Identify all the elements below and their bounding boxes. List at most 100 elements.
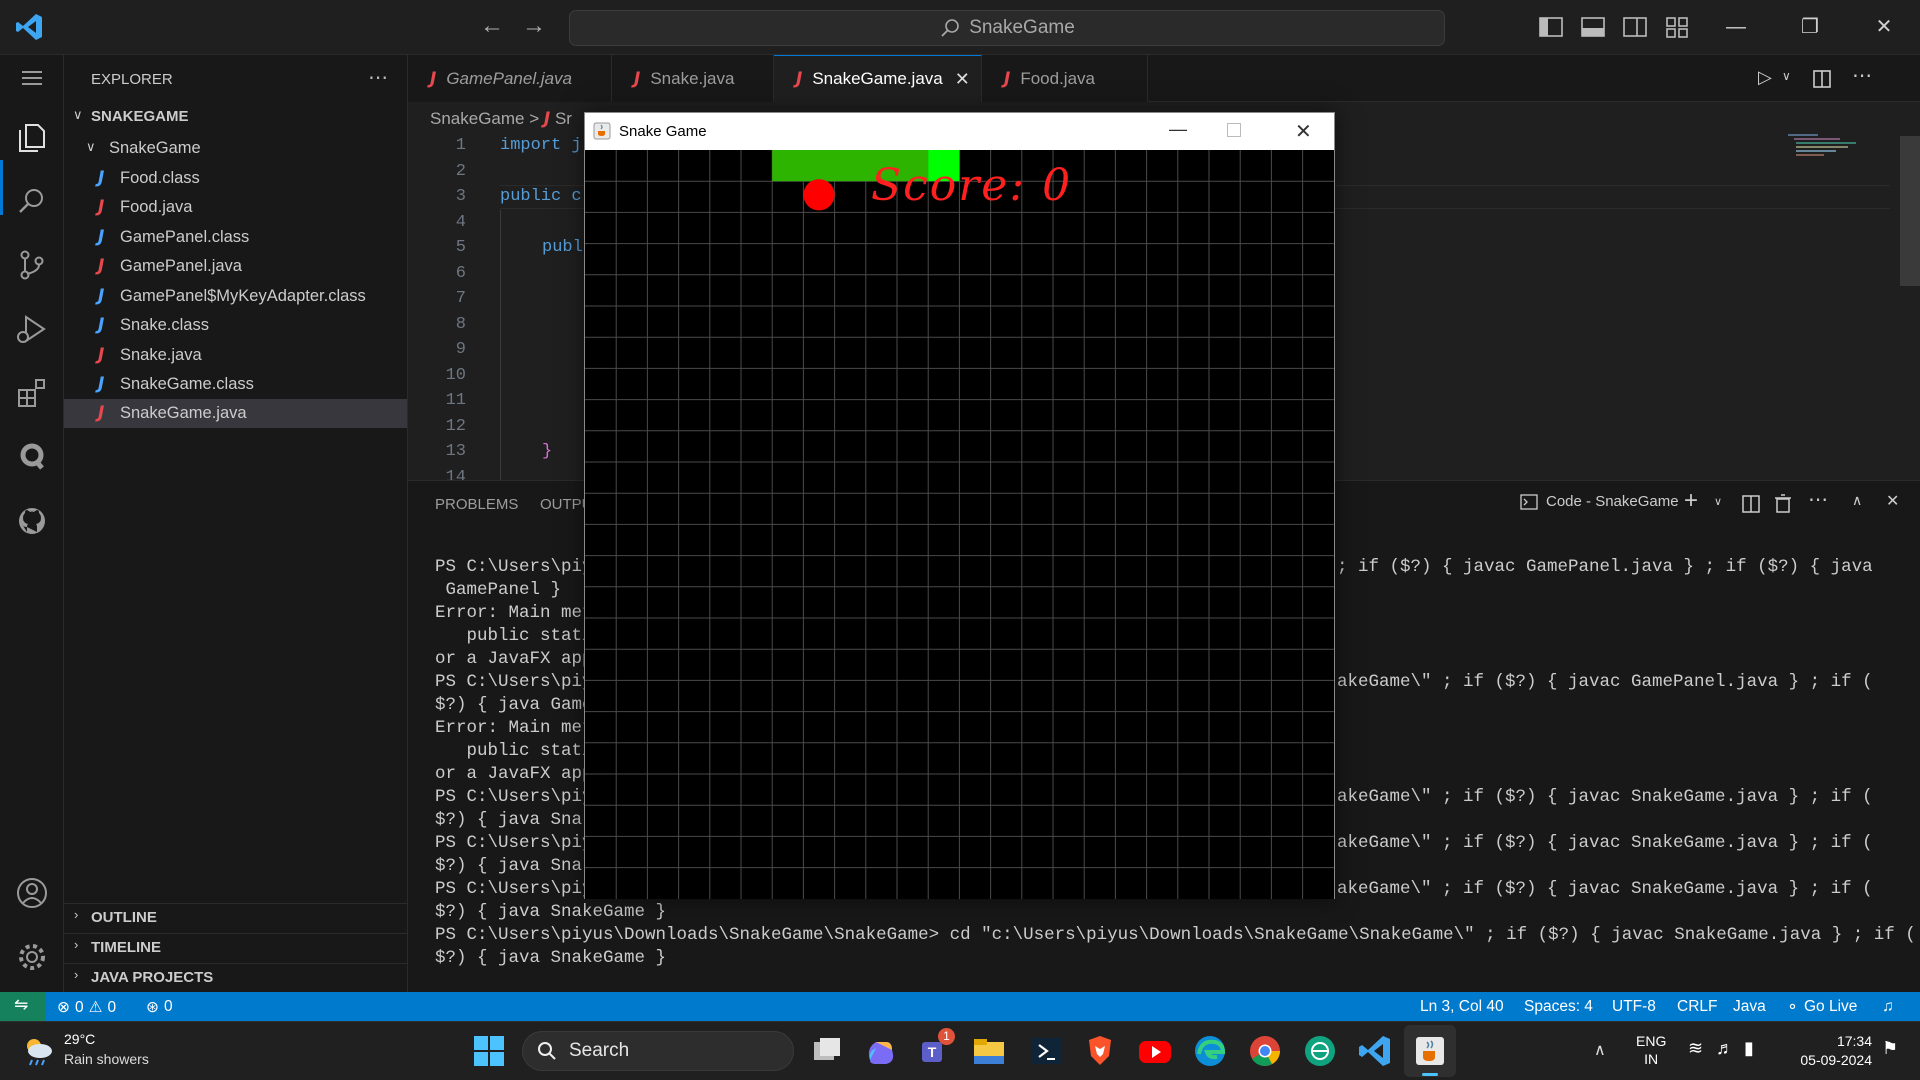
menu-icon[interactable]: [12, 58, 52, 98]
input-language[interactable]: ENG IN: [1636, 1032, 1666, 1068]
split-terminal-icon[interactable]: [1742, 495, 1760, 513]
vscode-taskbar-icon[interactable]: [1356, 1032, 1394, 1070]
run-icon[interactable]: ▷: [1758, 67, 1772, 88]
file-item-snake-java[interactable]: J Snake.java: [64, 341, 407, 370]
vscode-logo-icon[interactable]: [14, 12, 44, 42]
java-app-taskbar-button[interactable]: [1404, 1025, 1456, 1077]
close-window-icon[interactable]: ✕: [1860, 10, 1908, 44]
file-item-snake-class[interactable]: J Snake.class: [64, 311, 407, 340]
trash-icon[interactable]: [1774, 494, 1792, 514]
notifications-bell-icon[interactable]: ♫: [1882, 998, 1894, 1016]
chevron-down-icon[interactable]: ∨: [73, 107, 83, 123]
qodo-icon[interactable]: [12, 437, 52, 477]
minimize-icon[interactable]: —: [1712, 10, 1760, 44]
go-live-button[interactable]: ⚬ Go Live: [1786, 998, 1857, 1017]
java-projects-section[interactable]: JAVA PROJECTS: [91, 969, 213, 986]
show-hidden-icons-chevron-icon[interactable]: ∧: [1594, 1040, 1606, 1060]
file-item-gamepanel-mykeyadapter-class[interactable]: J GamePanel$MyKeyAdapter.class: [64, 282, 407, 311]
accounts-icon[interactable]: [12, 873, 52, 913]
toggle-secondary-sidebar-icon[interactable]: [1622, 14, 1648, 40]
cursor-position[interactable]: Ln 3, Col 40: [1420, 998, 1504, 1016]
file-item-food-java[interactable]: J Food.java: [64, 193, 407, 222]
root-folder[interactable]: SNAKEGAME: [91, 108, 189, 125]
encoding[interactable]: UTF-8: [1612, 998, 1656, 1016]
snake-window-titlebar[interactable]: Snake Game — ✕: [585, 113, 1334, 150]
notification-bell-icon[interactable]: ⚑: [1882, 1038, 1898, 1059]
breadcrumb-file[interactable]: Sr: [555, 109, 572, 128]
indentation[interactable]: Spaces: 4: [1524, 998, 1593, 1016]
command-center-search[interactable]: SnakeGame: [569, 10, 1445, 46]
new-terminal-icon[interactable]: +: [1684, 487, 1698, 515]
game-board[interactable]: Score: 0: [585, 150, 1334, 899]
file-item-gamepanel-java[interactable]: J GamePanel.java: [64, 252, 407, 281]
ports-indicator[interactable]: ⊛ 0: [146, 998, 173, 1017]
timeline-section[interactable]: TIMELINE: [91, 939, 161, 956]
explorer-icon[interactable]: [12, 117, 52, 157]
chevron-right-icon[interactable]: ›: [74, 907, 78, 922]
tab-problems[interactable]: PROBLEMS: [435, 496, 518, 513]
chevron-right-icon[interactable]: ›: [74, 937, 78, 952]
terminal-selector[interactable]: Code - SnakeGame: [1520, 493, 1679, 510]
split-editor-icon[interactable]: [1812, 69, 1832, 89]
copilot-icon[interactable]: [862, 1032, 900, 1070]
tab-gamepanel-java[interactable]: J GamePanel.java: [408, 55, 612, 102]
brave-browser-icon[interactable]: [1081, 1032, 1119, 1070]
chrome-browser-icon[interactable]: [1246, 1032, 1284, 1070]
battery-icon[interactable]: ▮: [1744, 1038, 1754, 1059]
edge-browser-icon[interactable]: [1191, 1032, 1229, 1070]
minimize-icon[interactable]: —: [1169, 119, 1187, 140]
youtube-icon[interactable]: [1136, 1032, 1174, 1070]
run-debug-icon[interactable]: [12, 309, 52, 349]
search-activity-icon[interactable]: [12, 181, 52, 221]
source-control-icon[interactable]: [12, 245, 52, 285]
chevron-down-icon[interactable]: ∨: [1714, 495, 1722, 508]
minimap[interactable]: [1788, 132, 1868, 172]
line-ending[interactable]: CRLF: [1677, 998, 1717, 1016]
github-icon[interactable]: [12, 501, 52, 541]
toggle-panel-icon[interactable]: [1580, 14, 1606, 40]
file-item-snakegame-class[interactable]: J SnakeGame.class: [64, 370, 407, 399]
clock[interactable]: 17:34 05-09-2024: [1776, 1032, 1872, 1070]
back-arrow-icon[interactable]: ←: [480, 14, 504, 38]
sub-folder[interactable]: SnakeGame: [109, 139, 201, 158]
toggle-primary-sidebar-icon[interactable]: [1538, 14, 1564, 40]
snake-game-window[interactable]: Snake Game — ✕ Score: 0: [584, 112, 1335, 899]
more-actions-icon[interactable]: ⋯: [1852, 63, 1872, 88]
weather-rain-icon[interactable]: [20, 1034, 56, 1068]
close-tab-icon[interactable]: ✕: [955, 69, 970, 90]
teams-icon[interactable]: T 1: [916, 1028, 955, 1070]
tab-snake-java[interactable]: J Snake.java: [612, 55, 774, 102]
settings-gear-icon[interactable]: [12, 937, 52, 977]
file-item-food-class[interactable]: J Food.class: [64, 164, 407, 193]
chevron-down-icon[interactable]: ∨: [1782, 69, 1791, 83]
volume-icon[interactable]: ♬: [1716, 1038, 1734, 1059]
restore-icon[interactable]: ❐: [1786, 10, 1834, 44]
close-panel-icon[interactable]: ✕: [1886, 491, 1899, 511]
breadcrumb-folder[interactable]: SnakeGame: [430, 109, 525, 128]
chatgpt-icon[interactable]: [1301, 1032, 1339, 1070]
maximize-icon[interactable]: [1227, 123, 1241, 137]
file-item-snakegame-java[interactable]: J SnakeGame.java: [64, 399, 407, 428]
terminal-app-icon[interactable]: [1027, 1032, 1065, 1070]
outline-section[interactable]: OUTLINE: [91, 909, 157, 926]
taskbar-search-box[interactable]: Search: [522, 1031, 794, 1071]
problems-indicator[interactable]: ⊗ 0 ⚠ 0: [57, 998, 116, 1017]
customize-layout-icon[interactable]: [1664, 14, 1690, 40]
file-item-gamepanel-class[interactable]: J GamePanel.class: [64, 223, 407, 252]
extensions-icon[interactable]: [12, 373, 52, 413]
chevron-down-icon[interactable]: ∨: [86, 139, 96, 155]
file-explorer-icon[interactable]: [970, 1032, 1008, 1070]
close-window-icon[interactable]: ✕: [1295, 119, 1312, 144]
more-actions-icon[interactable]: ⋯: [368, 65, 388, 90]
maximize-panel-icon[interactable]: ∧: [1852, 492, 1862, 509]
tab-snakegame-java[interactable]: J SnakeGame.java ✕: [774, 55, 982, 102]
task-view-icon[interactable]: [808, 1032, 846, 1070]
editor-scrollbar[interactable]: [1900, 136, 1920, 286]
chevron-right-icon[interactable]: ›: [74, 967, 78, 982]
forward-arrow-icon[interactable]: →: [522, 14, 546, 38]
more-actions-icon[interactable]: ⋯: [1808, 487, 1828, 512]
windows-start-icon[interactable]: [470, 1032, 508, 1070]
language-mode[interactable]: Java: [1733, 998, 1766, 1016]
tab-food-java[interactable]: J Food.java: [982, 55, 1148, 102]
wifi-icon[interactable]: ≋: [1688, 1038, 1703, 1059]
